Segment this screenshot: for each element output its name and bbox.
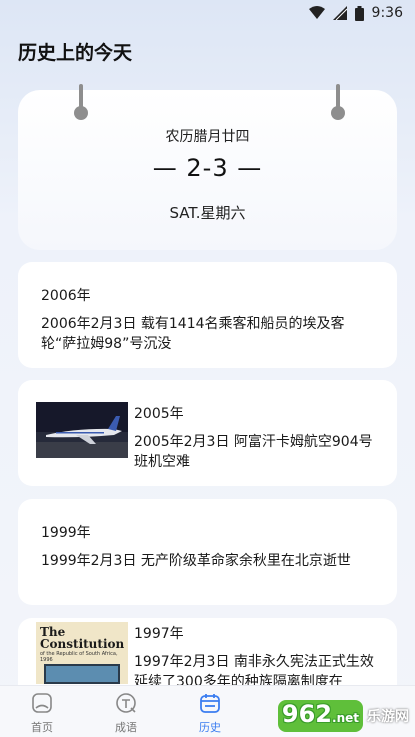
book-heading: The Constitution xyxy=(40,625,125,651)
battery-icon xyxy=(354,5,364,21)
home-icon xyxy=(31,692,53,719)
event-year: 1997年 xyxy=(134,626,184,642)
calendar-icon xyxy=(199,692,221,719)
nav-history[interactable]: 历史 xyxy=(168,686,252,737)
watermark-suffix: .net xyxy=(332,711,359,725)
wifi-icon xyxy=(308,6,325,20)
nav-idiom-label: 成语 xyxy=(115,721,137,734)
event-year: 2005年 xyxy=(134,406,184,422)
event-year: 1999年 xyxy=(41,525,91,541)
nav-home[interactable]: 首页 xyxy=(0,686,84,737)
status-time: 9:36 xyxy=(371,5,403,21)
event-title: 2005年2月3日 阿富汗卡姆航空904号班机空难 xyxy=(134,434,373,470)
calendar-ring-right xyxy=(331,84,345,120)
signal-icon xyxy=(332,6,347,20)
lunar-date: 农历腊月廿四 xyxy=(165,129,250,145)
event-year: 2006年 xyxy=(41,288,91,304)
nav-idiom[interactable]: 成语 xyxy=(84,686,168,737)
nav-home-label: 首页 xyxy=(31,721,53,734)
event-card[interactable]: 2005年 2005年2月3日 阿富汗卡姆航空904号班机空难 xyxy=(18,380,397,486)
solar-date: — 2-3 — xyxy=(152,154,263,182)
calendar-card: 农历腊月廿四 — 2-3 — SAT.星期六 xyxy=(18,84,397,250)
nav-history-label: 历史 xyxy=(199,721,221,734)
event-title: 1999年2月3日 无产阶级革命家余秋里在北京逝世 xyxy=(41,553,351,569)
idiom-icon xyxy=(115,692,137,719)
constitution-book-photo: The Constitution of the Republic of Sout… xyxy=(36,622,128,684)
book-subtitle: of the Republic of South Africa, 1996 xyxy=(40,651,118,663)
weekday: SAT.星期六 xyxy=(169,204,246,222)
status-bar: 9:36 xyxy=(0,0,415,26)
watermark-number: 962 xyxy=(281,700,333,728)
event-card[interactable]: 2006年 2006年2月3日 载有1414名乘客和船员的埃及客轮“萨拉姆98”… xyxy=(18,262,397,368)
event-title: 2006年2月3日 载有1414名乘客和船员的埃及客轮“萨拉姆98”号沉没 xyxy=(41,316,345,352)
airplane-photo xyxy=(36,402,128,458)
page-title: 历史上的今天 xyxy=(18,42,133,64)
book-cover-photo xyxy=(44,664,120,684)
calendar-ring-left xyxy=(74,84,88,120)
site-watermark-logo: 962.net 乐游网 xyxy=(259,699,409,733)
watermark-text: 乐游网 xyxy=(367,709,409,725)
event-card[interactable]: 1999年 1999年2月3日 无产阶级革命家余秋里在北京逝世 xyxy=(18,499,397,605)
